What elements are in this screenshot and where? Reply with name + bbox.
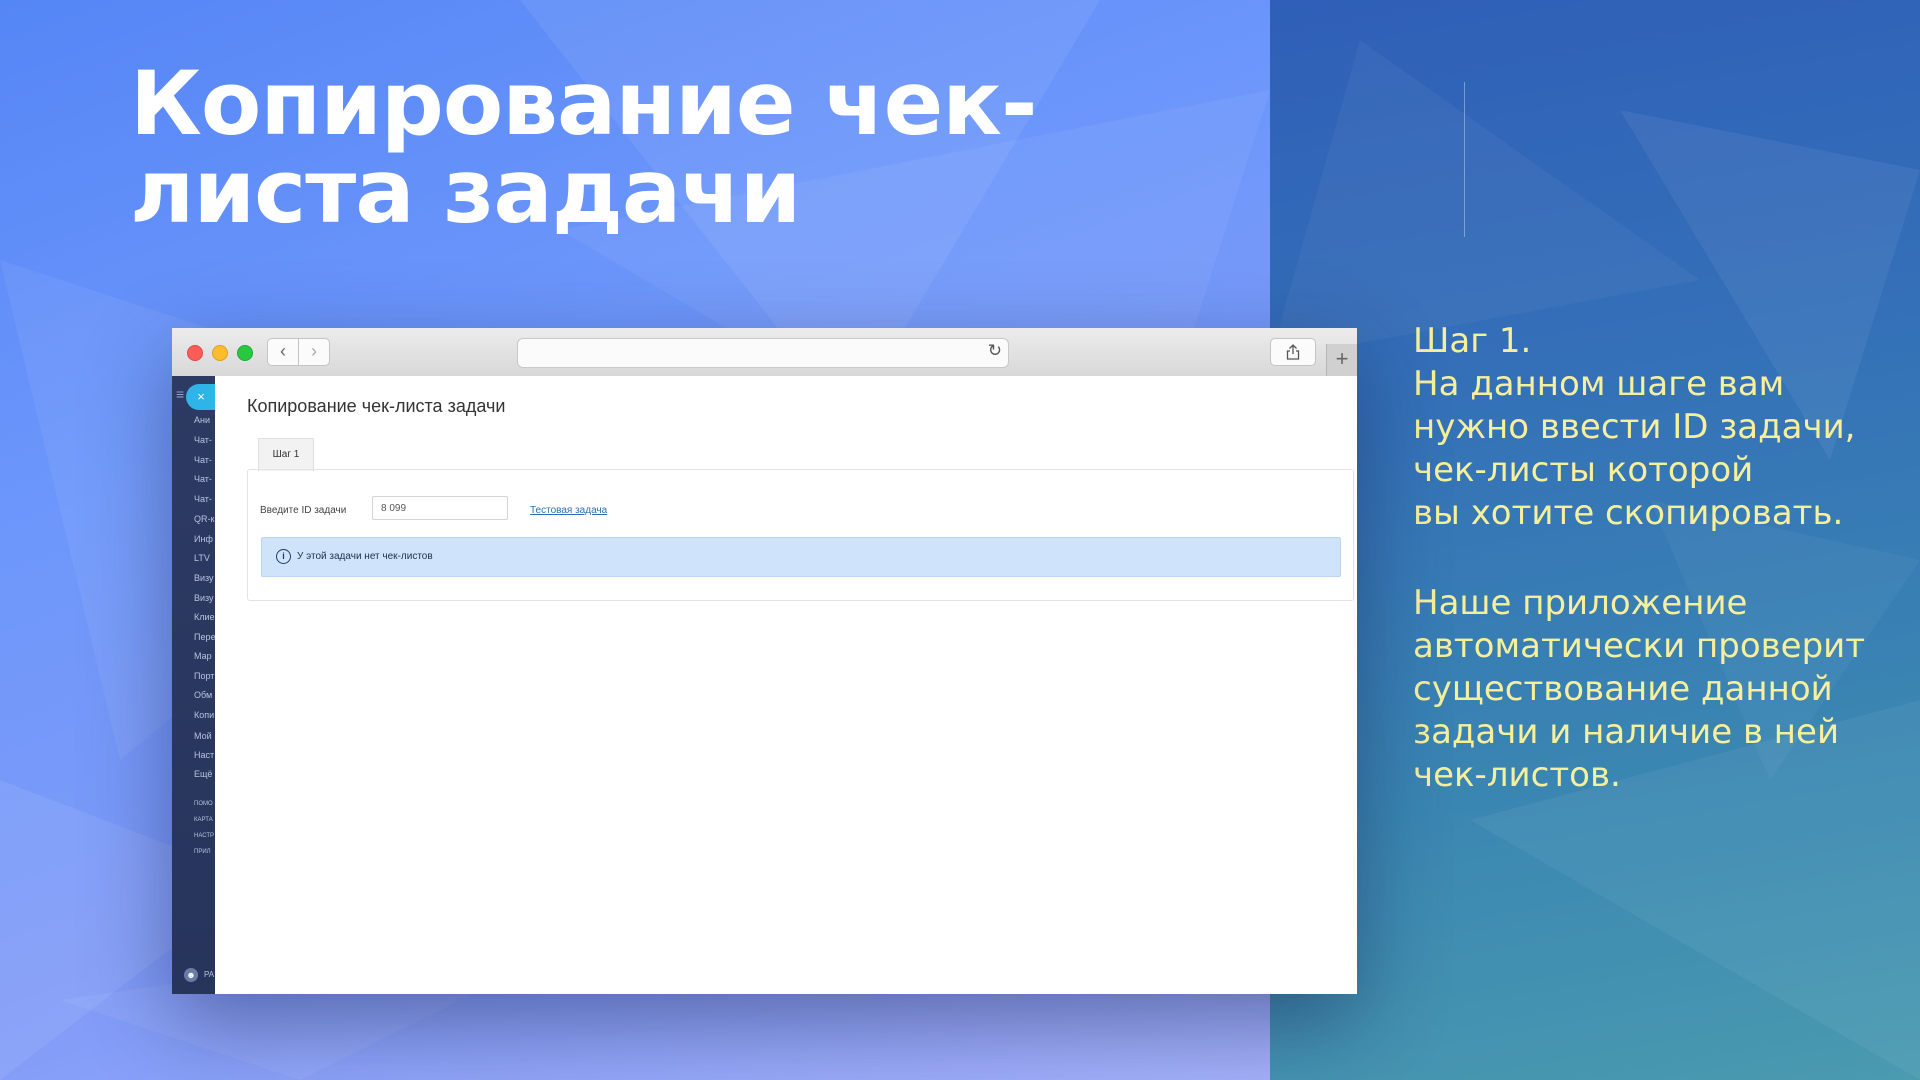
sidebar-item[interactable]: Мар xyxy=(194,651,212,661)
step-heading: Шаг 1. xyxy=(1413,321,1532,361)
user-avatar[interactable]: ☻ xyxy=(184,968,198,982)
sidebar-item[interactable]: Пере xyxy=(194,632,215,642)
close-window-button[interactable] xyxy=(187,345,203,361)
step-description: Шаг 1. На данном шаге вам нужно ввести I… xyxy=(1413,320,1893,535)
page-content: Копирование чек-листа задачи Шаг 1 Введи… xyxy=(215,376,1357,994)
alert-text: У этой задачи нет чек-листов xyxy=(297,551,433,562)
background-right xyxy=(1270,0,1920,1080)
vertical-divider xyxy=(1464,82,1465,237)
sidebar-item[interactable]: Чат- xyxy=(194,474,212,484)
page-title: Копирование чек-листа задачи xyxy=(247,396,506,416)
sidebar-item[interactable]: LTV xyxy=(194,553,210,563)
task-id-input[interactable]: 8 099 xyxy=(372,496,508,520)
sidebar-item[interactable]: Наст xyxy=(194,750,214,760)
browser-window: ‹ › ↻ + ≡ × Ани Чат- Чат- Чат- Чат- QR-к… xyxy=(172,328,1357,994)
app-sidebar: ≡ × Ани Чат- Чат- Чат- Чат- QR-к Инф LTV… xyxy=(172,376,215,994)
share-button[interactable] xyxy=(1270,338,1316,366)
sidebar-item[interactable]: Обм xyxy=(194,690,212,700)
sidebar-item[interactable]: Чат- xyxy=(194,455,212,465)
background-shapes-right xyxy=(1270,40,1920,1080)
new-tab-button[interactable]: + xyxy=(1326,344,1357,376)
share-icon xyxy=(1286,344,1300,360)
user-icon: ☻ xyxy=(186,970,196,980)
close-icon: × xyxy=(197,389,205,404)
chevron-left-icon: ‹ xyxy=(280,341,286,361)
sidebar-item[interactable]: КАРТА xyxy=(194,817,213,823)
sidebar-item[interactable]: ПРИЛ xyxy=(194,849,211,855)
slide-title: Копирование чек-листа задачи xyxy=(130,52,1038,243)
step-paragraph-1: На данном шаге вам нужно ввести ID задач… xyxy=(1413,364,1856,533)
minimize-window-button[interactable] xyxy=(212,345,228,361)
browser-titlebar: ‹ › ↻ + xyxy=(172,328,1357,377)
chevron-right-icon: › xyxy=(311,341,317,361)
sidebar-item[interactable]: Визу xyxy=(194,573,214,583)
plus-icon: + xyxy=(1335,346,1349,371)
task-id-label: Введите ID задачи xyxy=(260,505,347,516)
sidebar-close-button[interactable]: × xyxy=(186,384,215,410)
sidebar-item[interactable]: Визу xyxy=(194,593,214,603)
back-button[interactable]: ‹ xyxy=(267,338,299,366)
address-bar[interactable]: ↻ xyxy=(517,338,1009,368)
sidebar-item[interactable]: Ещё xyxy=(194,769,212,779)
user-label: РА xyxy=(204,970,215,979)
sidebar-item[interactable]: Ани xyxy=(194,415,210,425)
sidebar-item[interactable]: Мой xyxy=(194,731,212,741)
maximize-window-button[interactable] xyxy=(237,345,253,361)
test-task-link[interactable]: Тестовая задача xyxy=(530,505,607,516)
no-checklists-alert: i У этой задачи нет чек-листов xyxy=(261,537,1341,577)
sidebar-item[interactable]: Порт xyxy=(194,671,214,681)
reload-icon[interactable]: ↻ xyxy=(988,341,1002,361)
sidebar-item[interactable]: ПОМО xyxy=(194,801,213,807)
step-panel: Введите ID задачи 8 099 Тестовая задача … xyxy=(247,469,1354,601)
sidebar-item[interactable]: QR-к xyxy=(194,514,214,524)
sidebar-item[interactable]: Чат- xyxy=(194,494,212,504)
sidebar-item[interactable]: Чат- xyxy=(194,435,212,445)
menu-icon[interactable]: ≡ xyxy=(176,386,184,402)
tab-step-1[interactable]: Шаг 1 xyxy=(258,438,314,471)
step-paragraph-2: Наше приложение автоматически проверит с… xyxy=(1413,583,1866,795)
sidebar-item[interactable]: Инф xyxy=(194,534,213,544)
forward-button[interactable]: › xyxy=(298,338,330,366)
sidebar-item[interactable]: НАСТР xyxy=(194,833,214,839)
sidebar-item[interactable]: Клие xyxy=(194,612,215,622)
info-icon: i xyxy=(276,549,291,564)
sidebar-item[interactable]: Копи xyxy=(194,710,214,720)
